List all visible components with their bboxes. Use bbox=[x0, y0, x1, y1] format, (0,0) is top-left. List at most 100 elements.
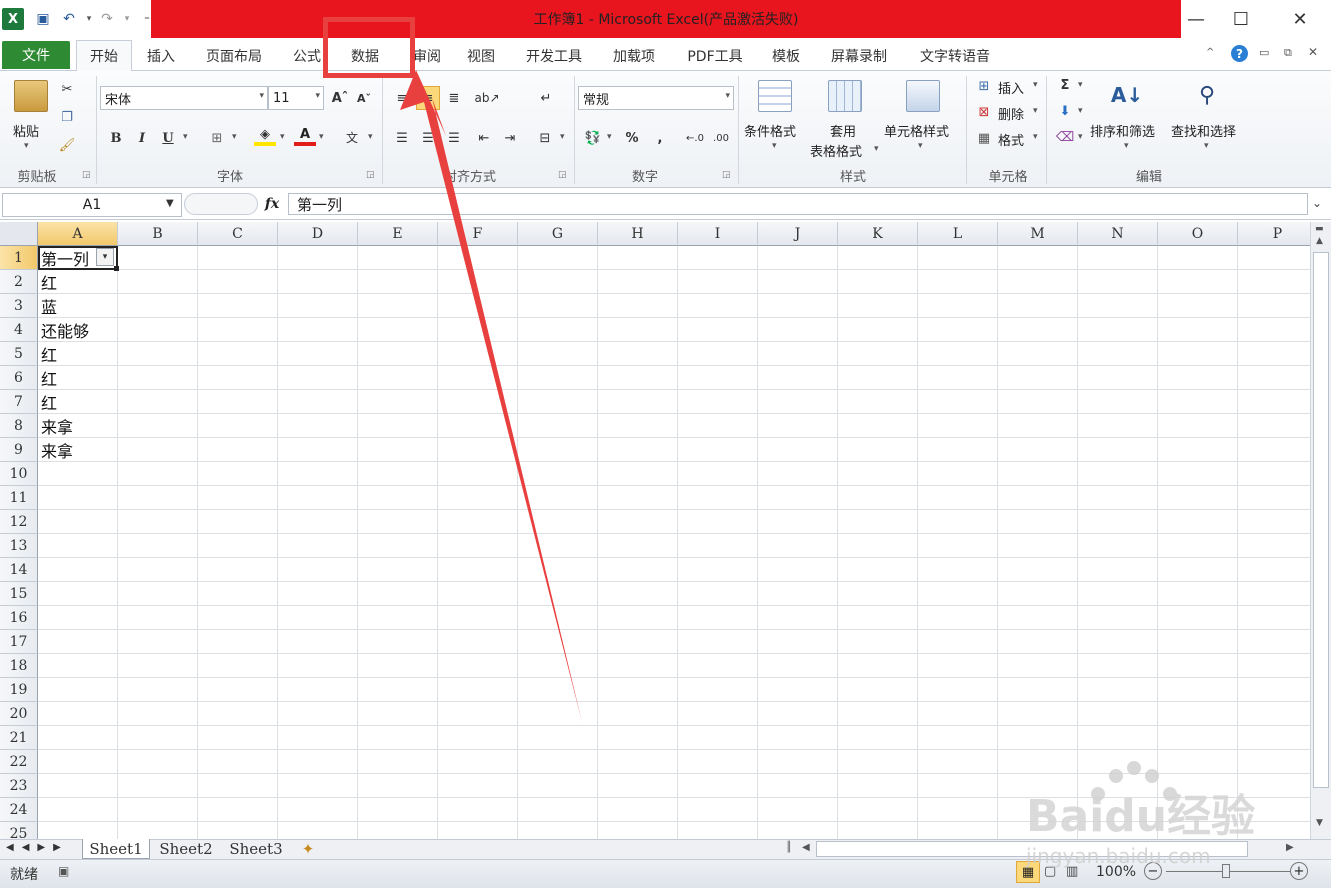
row-header[interactable]: 4 bbox=[0, 318, 38, 342]
row-header[interactable]: 16 bbox=[0, 606, 38, 630]
fill-color-icon[interactable]: ◈ bbox=[254, 126, 276, 146]
macro-record-icon[interactable]: ▣ bbox=[58, 864, 69, 878]
zoom-out-button[interactable]: − bbox=[1144, 862, 1162, 880]
column-header[interactable]: C bbox=[198, 222, 278, 246]
select-all-button[interactable] bbox=[0, 222, 38, 246]
comma-button[interactable]: , bbox=[650, 128, 670, 148]
sheet-tab-2[interactable]: Sheet2 bbox=[152, 839, 220, 859]
tab-review[interactable]: 审阅 bbox=[404, 44, 450, 68]
sort-filter-icon[interactable]: A↓ bbox=[1111, 80, 1143, 110]
underline-button[interactable]: U bbox=[158, 128, 178, 148]
column-header[interactable]: H bbox=[598, 222, 678, 246]
redo-icon[interactable]: ↷ bbox=[96, 8, 118, 30]
format-dropdown-icon[interactable]: ▾ bbox=[1033, 132, 1038, 142]
cell-a7[interactable]: 红 bbox=[41, 390, 57, 414]
delete-dropdown-icon[interactable]: ▾ bbox=[1033, 106, 1038, 116]
cell-styles-button[interactable]: 单元格样式 bbox=[884, 121, 949, 140]
delete-cells-icon[interactable]: ⊠ bbox=[976, 104, 992, 120]
decrease-indent-icon[interactable]: ⇤ bbox=[474, 128, 494, 148]
align-center-icon[interactable]: ☰ bbox=[418, 128, 438, 148]
row-header[interactable]: 21 bbox=[0, 726, 38, 750]
font-color-icon[interactable]: A bbox=[294, 126, 316, 146]
column-header[interactable]: B bbox=[118, 222, 198, 246]
row-header[interactable]: 3 bbox=[0, 294, 38, 318]
expand-formula-icon[interactable]: ⌄ bbox=[1312, 196, 1322, 210]
increase-indent-icon[interactable]: ⇥ bbox=[500, 128, 520, 148]
row-header[interactable]: 5 bbox=[0, 342, 38, 366]
column-header[interactable]: I bbox=[678, 222, 758, 246]
cell-styles-icon[interactable] bbox=[906, 80, 940, 112]
tab-home[interactable]: 开始 bbox=[76, 40, 132, 71]
percent-button[interactable]: % bbox=[622, 128, 642, 148]
conditional-format-dropdown-icon[interactable]: ▾ bbox=[772, 141, 777, 151]
conditional-format-button[interactable]: 条件格式 bbox=[744, 121, 796, 140]
normal-view-icon[interactable]: ▦ bbox=[1016, 861, 1040, 883]
column-header[interactable]: J bbox=[758, 222, 838, 246]
fill-handle[interactable] bbox=[114, 266, 119, 271]
fill-dropdown-icon[interactable]: ▾ bbox=[1078, 106, 1083, 116]
sort-filter-button[interactable]: 排序和筛选 bbox=[1090, 121, 1155, 140]
new-sheet-icon[interactable]: ✦ bbox=[296, 839, 320, 859]
row-header[interactable]: 10 bbox=[0, 462, 38, 486]
row-header[interactable]: 11 bbox=[0, 486, 38, 510]
grow-font-icon[interactable]: Aˆ bbox=[330, 88, 350, 108]
tab-developer[interactable]: 开发工具 bbox=[516, 44, 592, 68]
row-header[interactable]: 2 bbox=[0, 270, 38, 294]
close-button[interactable]: ✕ bbox=[1280, 6, 1320, 32]
redo-dropdown-icon[interactable]: ▾ bbox=[116, 8, 138, 30]
formula-input[interactable]: 第一列 bbox=[288, 193, 1308, 215]
cell-a1[interactable]: 第一列 bbox=[41, 246, 89, 270]
font-launcher-icon[interactable]: ◲ bbox=[366, 170, 376, 180]
cell-a9[interactable]: 来拿 bbox=[41, 438, 73, 462]
row-header[interactable]: 18 bbox=[0, 654, 38, 678]
align-middle-icon[interactable]: ≡ bbox=[416, 86, 440, 110]
conditional-format-icon[interactable] bbox=[758, 80, 792, 112]
horizontal-scroll-thumb[interactable] bbox=[816, 841, 1248, 857]
scroll-left-icon[interactable]: ◀ bbox=[802, 842, 810, 853]
copy-icon[interactable]: ❐ bbox=[58, 108, 76, 126]
tab-data[interactable]: 数据 bbox=[341, 44, 389, 68]
row-header[interactable]: 24 bbox=[0, 798, 38, 822]
minimize-button[interactable]: — bbox=[1176, 6, 1216, 32]
format-cells-icon[interactable]: ▦ bbox=[976, 130, 992, 146]
find-select-dropdown-icon[interactable]: ▾ bbox=[1204, 141, 1209, 151]
formula-bar-splitter[interactable] bbox=[184, 193, 258, 215]
tab-file[interactable]: 文件 bbox=[2, 41, 70, 69]
clipboard-launcher-icon[interactable]: ◲ bbox=[82, 170, 92, 180]
row-header[interactable]: 14 bbox=[0, 558, 38, 582]
decrease-decimal-icon[interactable]: .00 bbox=[710, 128, 732, 148]
tab-formulas[interactable]: 公式 bbox=[284, 44, 330, 68]
help-icon[interactable]: ? bbox=[1231, 45, 1248, 62]
doc-minimize-icon[interactable]: ▭ bbox=[1259, 46, 1269, 59]
row-header[interactable]: 1 bbox=[0, 246, 38, 270]
maximize-button[interactable]: ☐ bbox=[1221, 6, 1261, 32]
borders-icon[interactable]: ⊞ bbox=[206, 128, 228, 148]
scroll-up-icon[interactable]: ▲ bbox=[1316, 236, 1323, 246]
row-header[interactable]: 12 bbox=[0, 510, 38, 534]
align-left-icon[interactable]: ☰ bbox=[392, 128, 412, 148]
excel-logo-icon[interactable]: X bbox=[2, 8, 24, 30]
tab-text-to-speech[interactable]: 文字转语音 bbox=[910, 44, 1000, 68]
column-header[interactable]: P bbox=[1238, 222, 1310, 246]
sheet-nav-arrows-icon[interactable]: ◀◀▶▶ bbox=[6, 842, 69, 853]
filter-dropdown-icon[interactable]: ▾ bbox=[96, 248, 114, 266]
row-header[interactable]: 22 bbox=[0, 750, 38, 774]
cell-a8[interactable]: 来拿 bbox=[41, 414, 73, 438]
undo-icon[interactable]: ↶ bbox=[58, 8, 80, 30]
name-box[interactable]: A1 bbox=[2, 193, 182, 217]
page-layout-view-icon[interactable]: ▢ bbox=[1044, 864, 1056, 879]
scroll-right-icon[interactable]: ▶ bbox=[1286, 842, 1294, 853]
tab-view[interactable]: 视图 bbox=[458, 44, 504, 68]
delete-cells-button[interactable]: 删除 bbox=[998, 104, 1024, 123]
doc-close-icon[interactable]: ✕ bbox=[1308, 45, 1318, 59]
orientation-icon[interactable]: ab↗ bbox=[474, 88, 499, 108]
cell-a6[interactable]: 红 bbox=[41, 366, 57, 390]
format-as-table-dropdown-icon[interactable]: ▾ bbox=[874, 144, 879, 154]
align-top-icon[interactable]: ≡ bbox=[392, 88, 412, 108]
tab-page-layout[interactable]: 页面布局 bbox=[196, 44, 272, 68]
row-header[interactable]: 25 bbox=[0, 822, 38, 839]
vertical-scrollbar[interactable]: ▬ ▲ ▼ bbox=[1310, 222, 1331, 839]
row-header[interactable]: 7 bbox=[0, 390, 38, 414]
page-break-view-icon[interactable]: ▥ bbox=[1066, 864, 1078, 879]
row-header[interactable]: 9 bbox=[0, 438, 38, 462]
